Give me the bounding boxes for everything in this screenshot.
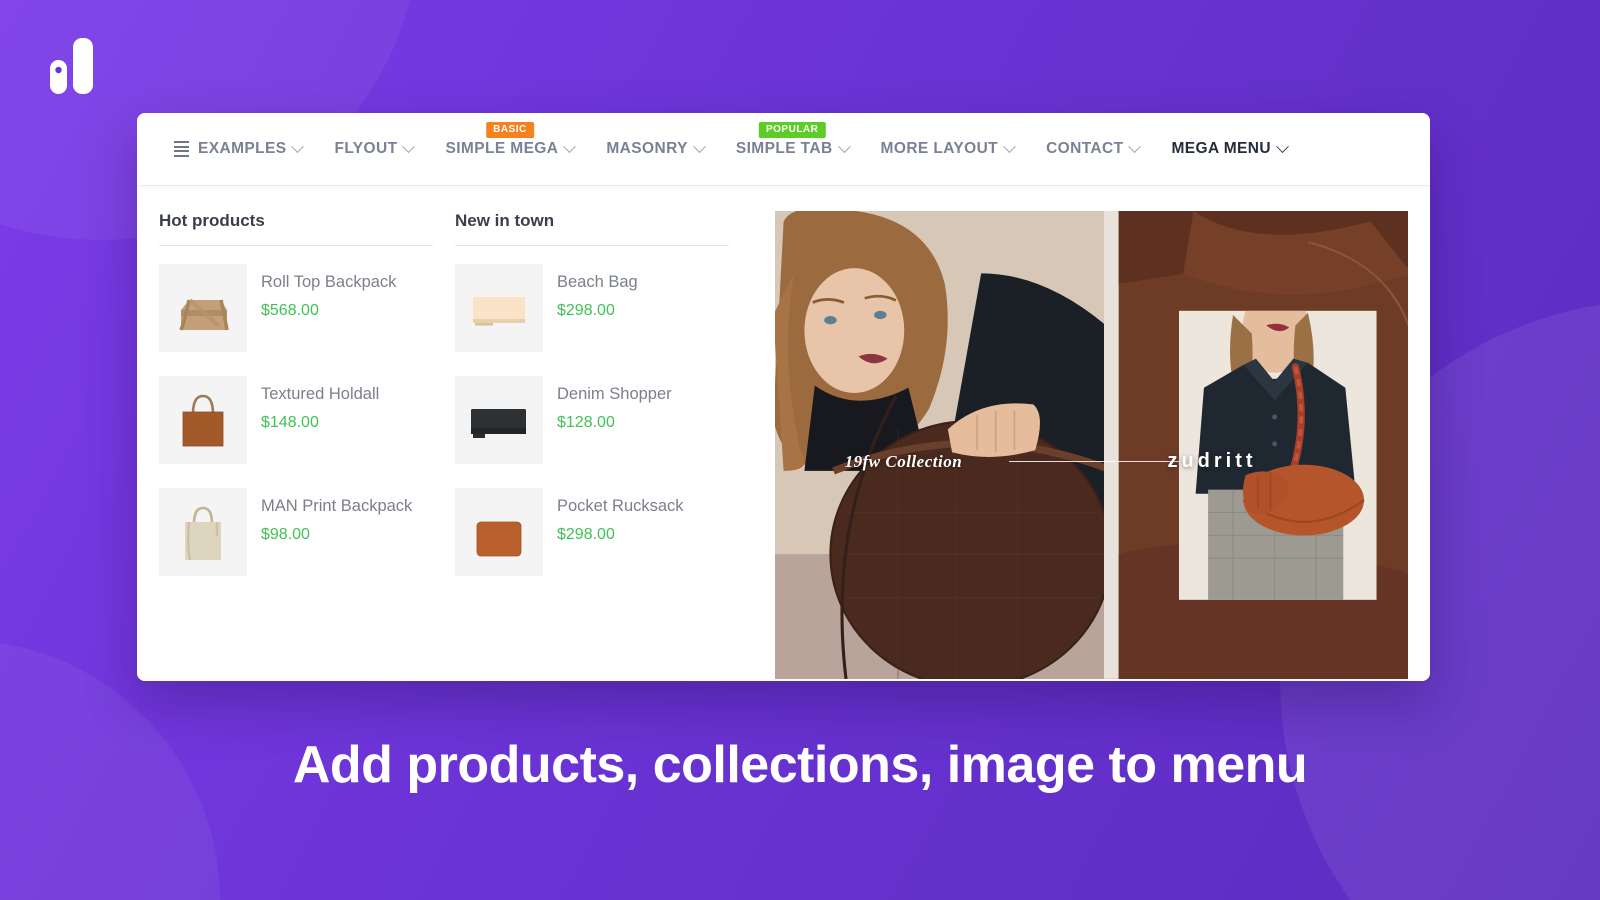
- product-name: Beach Bag: [557, 273, 638, 291]
- chevron-down-icon: [402, 139, 416, 153]
- mega-menu-card: EXAMPLES FLYOUT BASIC SIMPLE MEGA MASONR…: [137, 113, 1430, 681]
- nav-item-examples[interactable]: EXAMPLES: [158, 113, 318, 185]
- chevron-down-icon: [291, 139, 305, 153]
- product-thumbnail: [455, 488, 543, 576]
- product-list-item[interactable]: Roll Top Backpack $568.00: [159, 252, 433, 364]
- product-thumbnail: [455, 376, 543, 464]
- product-thumbnail: [455, 264, 543, 352]
- product-list-item[interactable]: Textured Holdall $148.00: [159, 364, 433, 476]
- mega-menu-panel: Hot products Roll Top Backpack $568.00 T…: [137, 185, 1430, 681]
- nav-item-more-layout[interactable]: MORE LAYOUT: [865, 113, 1031, 185]
- product-name: MAN Print Backpack: [261, 497, 413, 515]
- product-price: $298.00: [557, 525, 615, 543]
- nav-item-mega-menu[interactable]: MEGA MENU: [1155, 113, 1302, 185]
- product-price: $98.00: [261, 525, 310, 543]
- nav-label: SIMPLE MEGA: [445, 140, 559, 157]
- nav-item-simple-tab[interactable]: POPULAR SIMPLE TAB: [720, 113, 865, 185]
- feature-image-left: [775, 211, 1105, 679]
- product-info: Denim Shopper $128.00: [557, 376, 672, 432]
- nav-label: MORE LAYOUT: [880, 140, 999, 157]
- nav-label: MASONRY: [606, 140, 688, 157]
- nav-item-masonry[interactable]: MASONRY: [590, 113, 719, 185]
- menu-column-hot-products: Hot products Roll Top Backpack $568.00 T…: [159, 211, 455, 679]
- dudamobile-logo-icon: [50, 38, 93, 94]
- chevron-down-icon: [1128, 139, 1142, 153]
- product-thumbnail: [159, 264, 247, 352]
- nav-item-flyout[interactable]: FLYOUT: [318, 113, 429, 185]
- product-thumbnail: [159, 376, 247, 464]
- product-price: $298.00: [557, 301, 615, 319]
- feature-divider-line: [1009, 461, 1181, 463]
- nav-label: FLYOUT: [334, 140, 398, 157]
- hamburger-icon: [174, 140, 189, 158]
- chevron-down-icon: [1003, 139, 1016, 153]
- column-title: New in town: [455, 211, 729, 246]
- product-list-item[interactable]: MAN Print Backpack $98.00: [159, 476, 433, 588]
- product-price: $568.00: [261, 301, 319, 319]
- feature-brand-word: zudritt: [1167, 449, 1257, 472]
- nav-item-contact[interactable]: CONTACT: [1030, 113, 1155, 185]
- product-price: $148.00: [261, 413, 319, 431]
- menu-feature-image[interactable]: 19fw Collection zudritt: [775, 211, 1408, 679]
- nav-label: CONTACT: [1046, 140, 1124, 157]
- status-badge-basic: BASIC: [486, 122, 534, 138]
- product-name: Pocket Rucksack: [557, 497, 684, 515]
- menu-column-new-in-town: New in town Beach Bag $298.00 Denim Shop…: [455, 211, 751, 679]
- nav-item-simple-mega[interactable]: BASIC SIMPLE MEGA: [429, 113, 590, 185]
- chevron-down-icon: [1276, 139, 1289, 153]
- product-name: Roll Top Backpack: [261, 273, 397, 291]
- product-info: MAN Print Backpack $98.00: [261, 488, 412, 544]
- chevron-down-icon: [563, 139, 577, 153]
- nav-label: EXAMPLES: [198, 140, 287, 157]
- product-list-item[interactable]: Pocket Rucksack $298.00: [455, 476, 729, 588]
- product-info: Pocket Rucksack $298.00: [557, 488, 684, 544]
- page-headline: Add products, collections, image to menu: [292, 736, 1308, 794]
- product-price: $128.00: [557, 413, 615, 431]
- product-thumbnail: [159, 488, 247, 576]
- product-info: Textured Holdall $148.00: [261, 376, 379, 432]
- status-badge-popular: POPULAR: [758, 122, 826, 138]
- product-list-item[interactable]: Beach Bag $298.00: [455, 252, 729, 364]
- feature-caption: 19fw Collection: [844, 451, 963, 471]
- chevron-down-icon: [837, 139, 851, 153]
- nav-label: SIMPLE TAB: [735, 140, 833, 157]
- product-name: Textured Holdall: [261, 385, 380, 403]
- main-navigation: EXAMPLES FLYOUT BASIC SIMPLE MEGA MASONR…: [137, 113, 1430, 185]
- nav-label: MEGA MENU: [1171, 140, 1271, 157]
- brand-logo[interactable]: [50, 38, 96, 94]
- product-info: Beach Bag $298.00: [557, 264, 638, 320]
- product-info: Roll Top Backpack $568.00: [261, 264, 396, 320]
- column-title: Hot products: [159, 211, 433, 246]
- product-name: Denim Shopper: [557, 385, 672, 403]
- chevron-down-icon: [692, 139, 706, 153]
- product-list-item[interactable]: Denim Shopper $128.00: [455, 364, 729, 476]
- feature-image-right: [1104, 211, 1408, 679]
